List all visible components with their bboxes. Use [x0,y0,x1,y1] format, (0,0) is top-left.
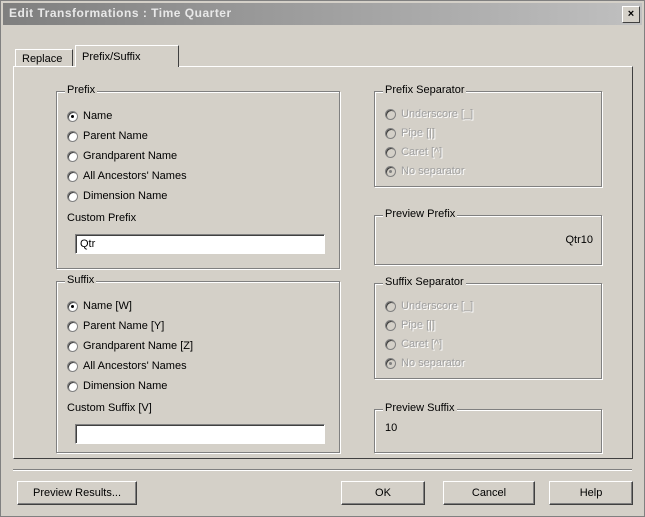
radio-button-icon[interactable] [67,340,78,352]
suffix-separator-option-radio-0: Underscore [_] [385,298,473,314]
prefix-separator-option-radio-2: Caret [^] [385,144,442,160]
radio-button-icon [385,300,396,312]
radio-button-icon[interactable] [67,190,78,202]
tab-page-prefix-suffix: Prefix Name Parent Name Grandparent Name Al… [13,66,633,459]
radio-button-icon [385,319,396,331]
suffix-option-radio-label: Parent Name [Y] [83,320,165,332]
prefix-group: Prefix Name Parent Name Grandparent Name Al… [56,84,340,269]
prefix-separator-option-radio-label: No separator [401,165,465,177]
radio-button-icon [385,357,396,369]
title-bar[interactable]: Edit Transformations : Time Quarter × [3,3,642,25]
suffix-separator-group: Suffix Separator Underscore [_] Pipe [|] C… [374,276,602,379]
prefix-option-radio-label: Dimension Name [83,190,168,202]
suffix-group: Suffix Name [W] Parent Name [Y] Grandparen… [56,274,340,453]
prefix-separator-option-radio-label: Pipe [|] [401,127,436,139]
prefix-option-radio-3[interactable]: All Ancestors' Names [67,168,187,184]
prefix-option-radio-4[interactable]: Dimension Name [67,188,167,204]
custom-prefix-input[interactable]: Qtr [75,234,325,254]
prefix-option-radio-1[interactable]: Parent Name [67,128,148,144]
radio-button-icon [385,165,396,177]
suffix-option-radio-label: Name [W] [83,300,132,312]
prefix-separator-option-radio-1: Pipe [|] [385,125,435,141]
suffix-separator-option-radio-label: Pipe [|] [401,319,436,331]
radio-button-icon[interactable] [67,110,78,122]
prefix-group-label: Prefix [65,84,98,96]
suffix-option-radio-1[interactable]: Parent Name [Y] [67,318,164,334]
preview-suffix-label: Preview Suffix [383,402,457,414]
suffix-option-radio-label: Dimension Name [83,380,168,392]
suffix-option-radio-label: Grandparent Name [Z] [83,340,194,352]
tab-prefix-suffix[interactable]: Prefix/Suffix [75,45,179,67]
preview-suffix-value: 10 [385,422,398,434]
radio-button-icon [385,146,396,158]
window-title: Edit Transformations : Time Quarter [9,6,232,20]
close-icon[interactable]: × [622,6,640,23]
preview-prefix-label: Preview Prefix [383,208,458,220]
dialog-window: Edit Transformations : Time Quarter × Re… [0,0,645,517]
suffix-separator-option-radio-2: Caret [^] [385,336,442,352]
suffix-group-label: Suffix [65,274,97,286]
prefix-separator-option-radio-label: Caret [^] [401,146,443,158]
suffix-option-radio-3[interactable]: All Ancestors' Names [67,358,187,374]
radio-button-icon[interactable] [67,360,78,372]
preview-prefix-group: Preview Prefix Qtr10 [374,208,602,265]
prefix-separator-option-radio-label: Underscore [_] [401,108,474,120]
radio-button-icon[interactable] [67,170,78,182]
radio-button-icon[interactable] [67,130,78,142]
suffix-option-radio-4[interactable]: Dimension Name [67,378,167,394]
prefix-option-radio-label: Name [83,110,113,122]
prefix-separator-label: Prefix Separator [383,84,467,96]
suffix-option-radio-label: All Ancestors' Names [83,360,187,372]
custom-suffix-label: Custom Suffix [V] [67,402,152,414]
radio-button-icon [385,127,396,139]
suffix-separator-option-radio-3: No separator [385,355,465,371]
button-separator [13,469,632,471]
prefix-separator-option-radio-0: Underscore [_] [385,106,473,122]
suffix-option-radio-2[interactable]: Grandparent Name [Z] [67,338,193,354]
prefix-option-radio-0[interactable]: Name [67,108,112,124]
prefix-option-radio-2[interactable]: Grandparent Name [67,148,177,164]
suffix-separator-option-radio-label: Caret [^] [401,338,443,350]
help-button[interactable]: Help [549,481,633,505]
prefix-option-radio-label: Grandparent Name [83,150,178,162]
prefix-option-radio-label: All Ancestors' Names [83,170,187,182]
prefix-option-radio-label: Parent Name [83,130,148,142]
radio-button-icon[interactable] [67,380,78,392]
custom-suffix-input[interactable] [75,424,325,444]
custom-prefix-label: Custom Prefix [67,212,137,224]
radio-button-icon [385,108,396,120]
prefix-separator-group: Prefix Separator Underscore [_] Pipe [|] C… [374,84,602,187]
radio-button-icon[interactable] [67,150,78,162]
suffix-option-radio-0[interactable]: Name [W] [67,298,132,314]
prefix-separator-option-radio-3: No separator [385,163,465,179]
suffix-separator-option-radio-label: No separator [401,357,465,369]
suffix-separator-option-radio-label: Underscore [_] [401,300,474,312]
preview-suffix-group: Preview Suffix 10 [374,402,602,453]
radio-button-icon [385,338,396,350]
radio-button-icon[interactable] [67,320,78,332]
preview-results-button[interactable]: Preview Results... [17,481,137,505]
cancel-button[interactable]: Cancel [443,481,535,505]
tab-replace[interactable]: Replace [15,49,73,67]
suffix-separator-label: Suffix Separator [383,276,466,288]
ok-button[interactable]: OK [341,481,425,505]
preview-prefix-value: Qtr10 [565,234,593,246]
suffix-separator-option-radio-1: Pipe [|] [385,317,435,333]
radio-button-icon[interactable] [67,300,78,312]
